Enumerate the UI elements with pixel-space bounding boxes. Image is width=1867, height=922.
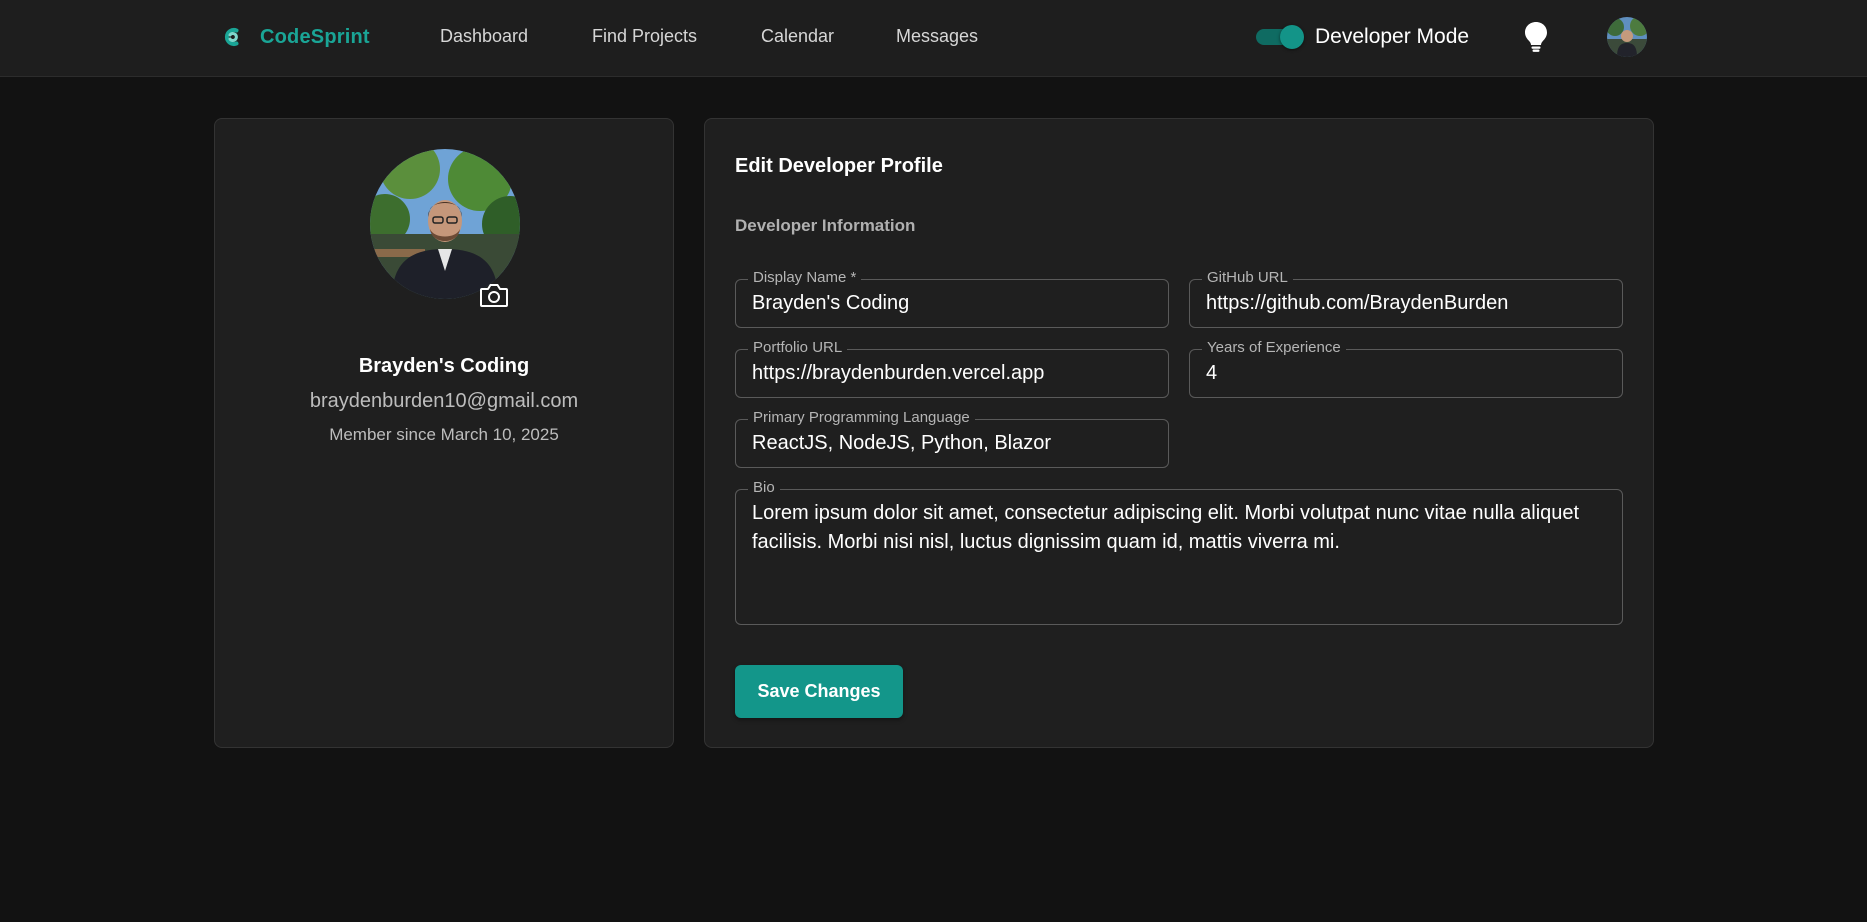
years-experience-field[interactable]: Years of Experience 4	[1189, 339, 1623, 398]
bio-value: Lorem ipsum dolor sit amet, consectetur …	[752, 502, 1580, 553]
primary-language-value: ReactJS, NodeJS, Python, Blazor	[752, 432, 1052, 454]
github-url-label: GitHub URL	[1202, 269, 1293, 286]
toggle-thumb	[1280, 25, 1304, 49]
top-navigation-bar: CodeSprint Dashboard Find Projects Calen…	[0, 0, 1867, 77]
edit-profile-card: Edit Developer Profile Developer Informa…	[704, 118, 1654, 748]
primary-language-label: Primary Programming Language	[748, 409, 975, 426]
save-changes-button[interactable]: Save Changes	[735, 665, 903, 718]
developer-mode-label: Developer Mode	[1315, 25, 1470, 48]
profile-photo[interactable]	[370, 149, 520, 299]
profile-email: braydenburden10@gmail.com	[309, 390, 579, 412]
codesprint-logo-icon	[224, 28, 239, 46]
years-experience-value: 4	[1206, 362, 1218, 384]
display-name-field[interactable]: Display Name * Brayden's Coding	[735, 269, 1169, 328]
nav-messages[interactable]: Messages	[896, 26, 978, 47]
member-since: Member since March 10, 2025	[329, 425, 559, 444]
portfolio-url-label: Portfolio URL	[748, 339, 848, 356]
display-name-value: Brayden's Coding	[752, 292, 910, 314]
nav-calendar[interactable]: Calendar	[761, 26, 834, 47]
display-name-label: Display Name *	[748, 269, 862, 286]
avatar-photo	[1607, 17, 1647, 57]
form-title: Edit Developer Profile	[735, 155, 943, 177]
primary-language-field[interactable]: Primary Programming Language ReactJS, No…	[735, 409, 1169, 468]
nav-find-projects[interactable]: Find Projects	[592, 26, 697, 47]
profile-name: Brayden's Coding	[358, 355, 530, 377]
nav-dashboard[interactable]: Dashboard	[440, 26, 528, 47]
camera-icon[interactable]	[479, 281, 509, 309]
years-experience-label: Years of Experience	[1202, 339, 1346, 356]
section-heading: Developer Information	[735, 216, 916, 235]
profile-photo-image	[370, 149, 520, 299]
developer-mode-toggle[interactable]	[1256, 25, 1304, 49]
github-url-field[interactable]: GitHub URL https://github.com/BraydenBur…	[1189, 269, 1623, 328]
bio-textarea[interactable]: Bio Lorem ipsum dolor sit amet, consecte…	[735, 479, 1623, 625]
portfolio-url-field[interactable]: Portfolio URL https://braydenburden.verc…	[735, 339, 1169, 398]
brand-name: CodeSprint	[260, 25, 370, 48]
bio-label: Bio	[748, 479, 780, 496]
user-avatar[interactable]	[1607, 17, 1647, 57]
brand[interactable]: CodeSprint	[222, 22, 370, 52]
portfolio-url-value: https://braydenburden.vercel.app	[752, 362, 1045, 384]
lightbulb-icon[interactable]	[1523, 21, 1549, 53]
profile-card: Brayden's Coding braydenburden10@gmail.c…	[214, 118, 674, 748]
github-url-value: https://github.com/BraydenBurden	[1206, 292, 1509, 314]
